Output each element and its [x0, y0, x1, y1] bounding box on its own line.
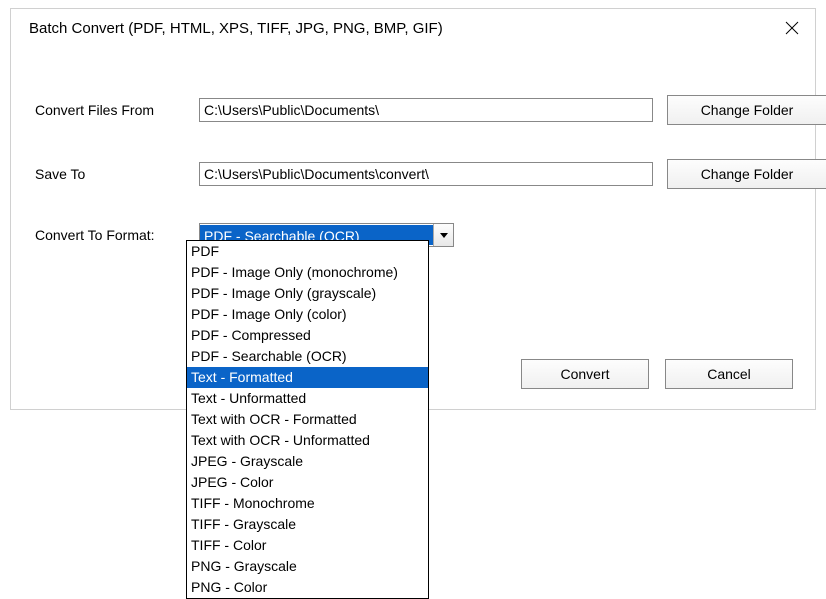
format-option[interactable]: JPEG - Color [187, 472, 428, 493]
input-convert-from[interactable] [199, 98, 653, 122]
label-format: Convert To Format: [35, 227, 199, 243]
change-folder-saveto-button[interactable]: Change Folder [667, 159, 826, 189]
row-convert-from: Convert Files From Change Folder [35, 95, 791, 125]
format-option[interactable]: PNG - Color [187, 577, 428, 598]
dialog-content: Convert Files From Change Folder Save To… [11, 45, 815, 247]
cancel-button[interactable]: Cancel [665, 359, 793, 389]
format-option[interactable]: Text - Formatted [187, 367, 428, 388]
titlebar: Batch Convert (PDF, HTML, XPS, TIFF, JPG… [11, 9, 815, 45]
format-option[interactable]: PDF - Image Only (grayscale) [187, 283, 428, 304]
format-option[interactable]: JPEG - Grayscale [187, 451, 428, 472]
format-option[interactable]: PDF - Image Only (monochrome) [187, 262, 428, 283]
format-option[interactable]: Text - Unformatted [187, 388, 428, 409]
format-option[interactable]: PDF - Searchable (OCR) [187, 346, 428, 367]
chevron-down-icon[interactable] [433, 224, 453, 246]
format-option[interactable]: TIFF - Grayscale [187, 514, 428, 535]
format-option[interactable]: TIFF - Color [187, 535, 428, 556]
format-option[interactable]: Text with OCR - Unformatted [187, 430, 428, 451]
input-save-to[interactable] [199, 162, 653, 186]
dialog-footer: Convert Cancel [521, 359, 793, 389]
convert-button[interactable]: Convert [521, 359, 649, 389]
format-option[interactable]: PDF - Compressed [187, 325, 428, 346]
format-option[interactable]: PDF [187, 241, 428, 262]
format-option[interactable]: Text with OCR - Formatted [187, 409, 428, 430]
change-folder-from-button[interactable]: Change Folder [667, 95, 826, 125]
format-option[interactable]: PNG - Grayscale [187, 556, 428, 577]
row-save-to: Save To Change Folder [35, 159, 791, 189]
dialog-title: Batch Convert (PDF, HTML, XPS, TIFF, JPG… [29, 20, 443, 37]
format-option[interactable]: PDF - Image Only (color) [187, 304, 428, 325]
format-option[interactable]: TIFF - Monochrome [187, 493, 428, 514]
label-convert-from: Convert Files From [35, 102, 199, 118]
format-dropdown-list[interactable]: PDFPDF - Image Only (monochrome)PDF - Im… [186, 240, 429, 599]
close-icon[interactable] [783, 19, 801, 37]
label-save-to: Save To [35, 166, 199, 182]
